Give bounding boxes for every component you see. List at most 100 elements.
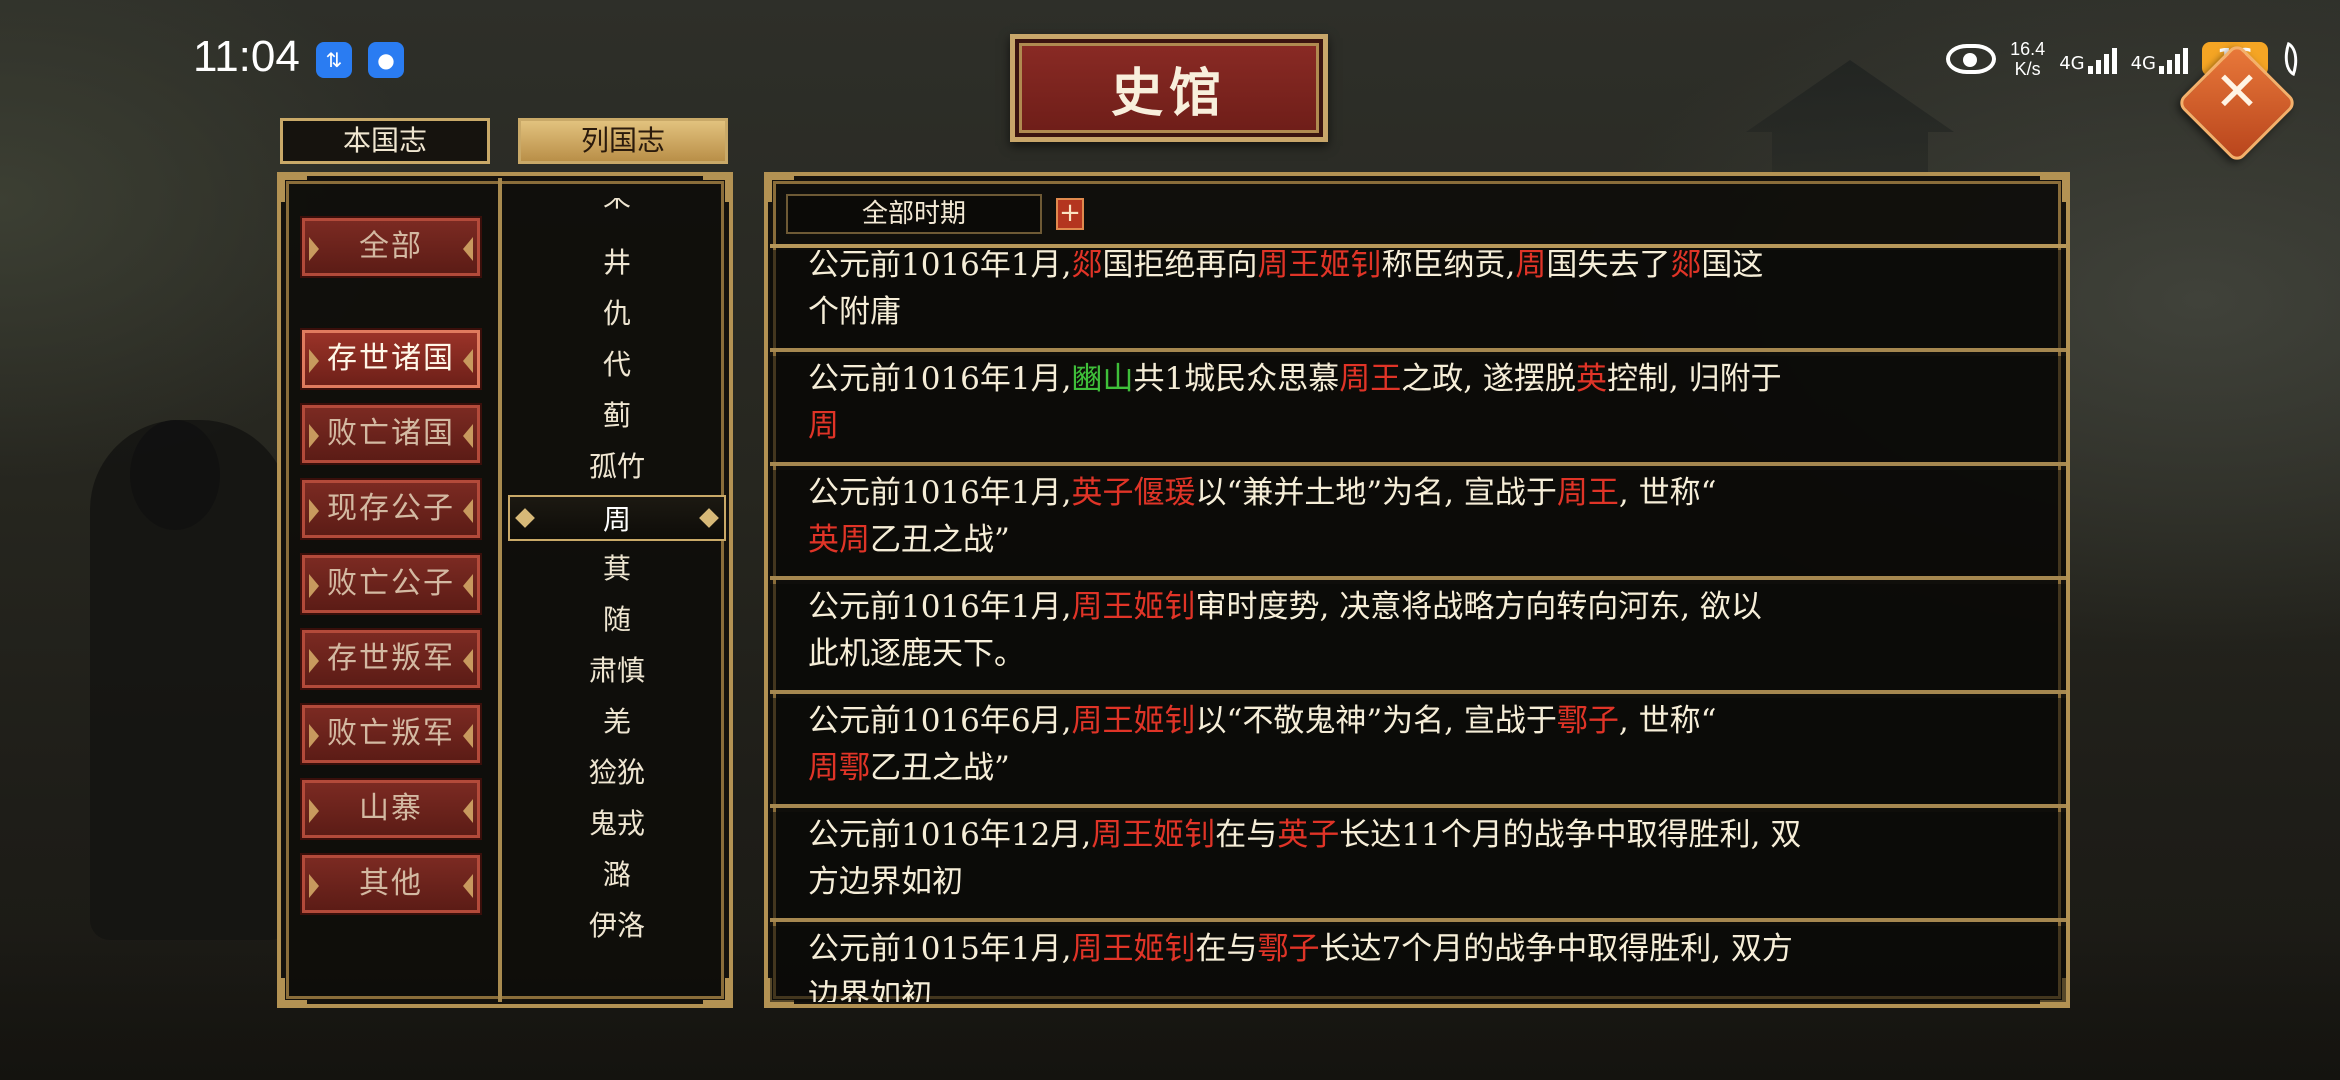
history-entry: 公元前1016年1月,豳山共1城民众思慕周王之政, 遂摆脱英控制, 归附于周 — [770, 356, 2066, 466]
nation-list[interactable]: 荣 井 仇 代 蓟 孤竹 周 萁 随 肃慎 羌 猃狁 鬼戎 潞 伊洛 — [506, 198, 728, 998]
entry-text: 方边界如初 — [808, 864, 963, 900]
highlighted-name: 周王姬钊 — [1071, 703, 1196, 739]
highlighted-name: 周王 — [1556, 475, 1619, 511]
entry-text: 公元前1015年1月, — [808, 931, 1072, 967]
panel-divider — [498, 178, 502, 1002]
background-figure-head — [130, 420, 220, 530]
history-entry-line: 英周乙丑之战” — [808, 517, 2026, 564]
nation-item[interactable]: 肃慎 — [506, 648, 728, 694]
nation-item-selected[interactable]: 周 — [508, 495, 726, 541]
close-icon[interactable]: ✕ — [2207, 62, 2267, 122]
highlighted-name: 英子偃瑗 — [1071, 475, 1196, 511]
divider — [770, 244, 2066, 248]
entry-text: 公元前1016年1月, — [808, 250, 1072, 283]
nation-item[interactable]: 伊洛 — [506, 903, 728, 949]
entry-text: 以“兼并土地”为名, 宣战于 — [1195, 475, 1557, 511]
history-entry-line: 此机逐鹿天下。 — [808, 631, 2026, 678]
category-living-princes-button[interactable]: 现存公子 — [300, 478, 482, 540]
entry-text: 在与 — [1215, 817, 1278, 853]
nation-item[interactable]: 猃狁 — [506, 750, 728, 796]
data-transfer-icon: ⇅ — [316, 42, 352, 78]
highlighted-name: 周王姬钊 — [1091, 817, 1216, 853]
highlighted-name: 周王姬钊 — [1257, 250, 1382, 283]
entry-text: 公元前1016年1月, — [808, 361, 1072, 397]
nation-item[interactable]: 代 — [506, 342, 728, 388]
entry-text: 公元前1016年1月, — [808, 475, 1072, 511]
eye-icon — [1946, 44, 1997, 74]
entry-text: 长达7个月的战争中取得胜利, 双方 — [1319, 931, 1793, 967]
network-speed: 16.4 K/s — [2010, 39, 2046, 79]
entry-text: , 世称“ — [1618, 703, 1717, 739]
history-entry-line: 公元前1016年1月,英子偃瑗以“兼并土地”为名, 宣战于周王, 世称“ — [808, 470, 2026, 517]
entry-text: 称臣纳贡, — [1381, 250, 1516, 283]
history-entry-line: 公元前1016年12月,周王姬钊在与英子长达11个月的战争中取得胜利, 双 — [808, 812, 2026, 859]
highlighted-name: 郯 — [1670, 250, 1702, 283]
nation-item[interactable]: 井 — [506, 240, 728, 286]
category-all-button[interactable]: 全部 — [300, 216, 482, 278]
diamond-marker-icon — [699, 508, 719, 528]
category-other-button[interactable]: 其他 — [300, 853, 482, 915]
highlighted-name: 鄠子 — [1257, 931, 1320, 967]
highlighted-name: 周鄠 — [808, 750, 870, 786]
entry-text: 公元前1016年1月, — [808, 589, 1072, 625]
category-fallen-rebels-button[interactable]: 败亡叛军 — [300, 703, 482, 765]
category-fallen-princes-button[interactable]: 败亡公子 — [300, 553, 482, 615]
highlighted-name: 豳山 — [1071, 361, 1134, 397]
period-filter-select[interactable]: 全部时期 — [786, 194, 1042, 234]
highlighted-name: 鄠子 — [1556, 703, 1619, 739]
nation-item[interactable]: 荣 — [506, 198, 728, 220]
nation-item[interactable]: 仇 — [506, 291, 728, 337]
entry-text: 审时度势, 决意将战略方向转向河东, 欲以 — [1195, 589, 1762, 625]
history-entry-line: 公元前1016年1月,豳山共1城民众思慕周王之政, 遂摆脱英控制, 归附于 — [808, 356, 2026, 403]
category-surviving-states-button[interactable]: 存世诸国 — [300, 328, 482, 390]
entry-text: 公元前1016年6月, — [808, 703, 1072, 739]
history-entry: 公元前1016年12月,周王姬钊在与英子长达11个月的战争中取得胜利, 双方边界… — [770, 812, 2066, 922]
history-entries[interactable]: 公元前1016年1月,郯国拒绝再向周王姬钊称臣纳贡,周国失去了郯国这 个附庸 公元前… — [770, 250, 2066, 1002]
signal-2-icon: 4G — [2131, 44, 2188, 74]
history-entry: 公元前1016年1月,周王姬钊审时度势, 决意将战略方向转向河东, 欲以此机逐鹿… — [770, 584, 2066, 694]
frame-corner — [281, 978, 307, 1004]
history-entry: 公元前1016年6月,周王姬钊以“不敬鬼神”为名, 宣战于鄠子, 世称“ 周鄠乙丑… — [770, 698, 2066, 808]
entry-text: 共1城民众思慕 — [1133, 361, 1340, 397]
entry-text: 在与 — [1195, 931, 1258, 967]
nation-item[interactable]: 蓟 — [506, 393, 728, 439]
entry-text: 之政, 遂摆脱 — [1401, 361, 1576, 397]
history-entry-line: 公元前1016年1月,郯国拒绝再向周王姬钊称臣纳贡,周国失去了郯国这 — [808, 250, 2026, 289]
entry-text: 此机逐鹿天下。 — [808, 636, 1025, 672]
leaf-icon — [2277, 41, 2305, 77]
nation-item[interactable]: 孤竹 — [506, 444, 728, 490]
category-bandits-button[interactable]: 山寨 — [300, 778, 482, 840]
entry-text: , 世称“ — [1618, 475, 1717, 511]
page-title: 史馆 — [1010, 34, 1328, 142]
history-entry-line: 周鄠乙丑之战” — [808, 745, 2026, 792]
nation-item[interactable]: 羌 — [506, 699, 728, 745]
highlighted-name: 英子 — [1277, 817, 1340, 853]
period-filter-plus-button[interactable]: + — [1056, 198, 1084, 230]
history-entry-line: 个附庸 — [808, 289, 2026, 336]
entry-text: 国失去了 — [1546, 250, 1671, 283]
entry-text: 边界如初 — [808, 978, 932, 1002]
category-fallen-states-button[interactable]: 败亡诸国 — [300, 403, 482, 465]
category-surviving-rebels-button[interactable]: 存世叛军 — [300, 628, 482, 690]
entry-text: 国这 — [1701, 250, 1764, 283]
history-entry-line: 公元前1015年1月,周王姬钊在与鄠子长达7个月的战争中取得胜利, 双方 — [808, 926, 2026, 973]
diamond-marker-icon — [515, 508, 535, 528]
highlighted-name: 周 — [1515, 250, 1547, 283]
nation-item[interactable]: 随 — [506, 597, 728, 643]
history-entry-line: 方边界如初 — [808, 859, 2026, 906]
history-entry-line: 公元前1016年6月,周王姬钊以“不敬鬼神”为名, 宣战于鄠子, 世称“ — [808, 698, 2026, 745]
highlighted-name: 英 — [1575, 361, 1607, 397]
history-entry-line: 公元前1016年1月,周王姬钊审时度势, 决意将战略方向转向河东, 欲以 — [808, 584, 2026, 631]
highlighted-name: 周王 — [1339, 361, 1402, 397]
highlighted-name: 周王姬钊 — [1071, 589, 1196, 625]
nation-item[interactable]: 鬼戎 — [506, 801, 728, 847]
history-entry: 公元前1016年1月,英子偃瑗以“兼并土地”为名, 宣战于周王, 世称“ 英周乙丑… — [770, 470, 2066, 580]
highlighted-name: 郯 — [1071, 250, 1103, 283]
highlighted-name: 英周 — [808, 522, 870, 558]
entry-text: 乙丑之战” — [870, 522, 1010, 558]
nation-item[interactable]: 萁 — [506, 546, 728, 592]
nation-item[interactable]: 潞 — [506, 852, 728, 898]
tab-benguozhi[interactable]: 本国志 — [280, 118, 490, 164]
tab-lieguozhi[interactable]: 列国志 — [518, 118, 728, 164]
highlighted-name: 周 — [808, 408, 839, 444]
